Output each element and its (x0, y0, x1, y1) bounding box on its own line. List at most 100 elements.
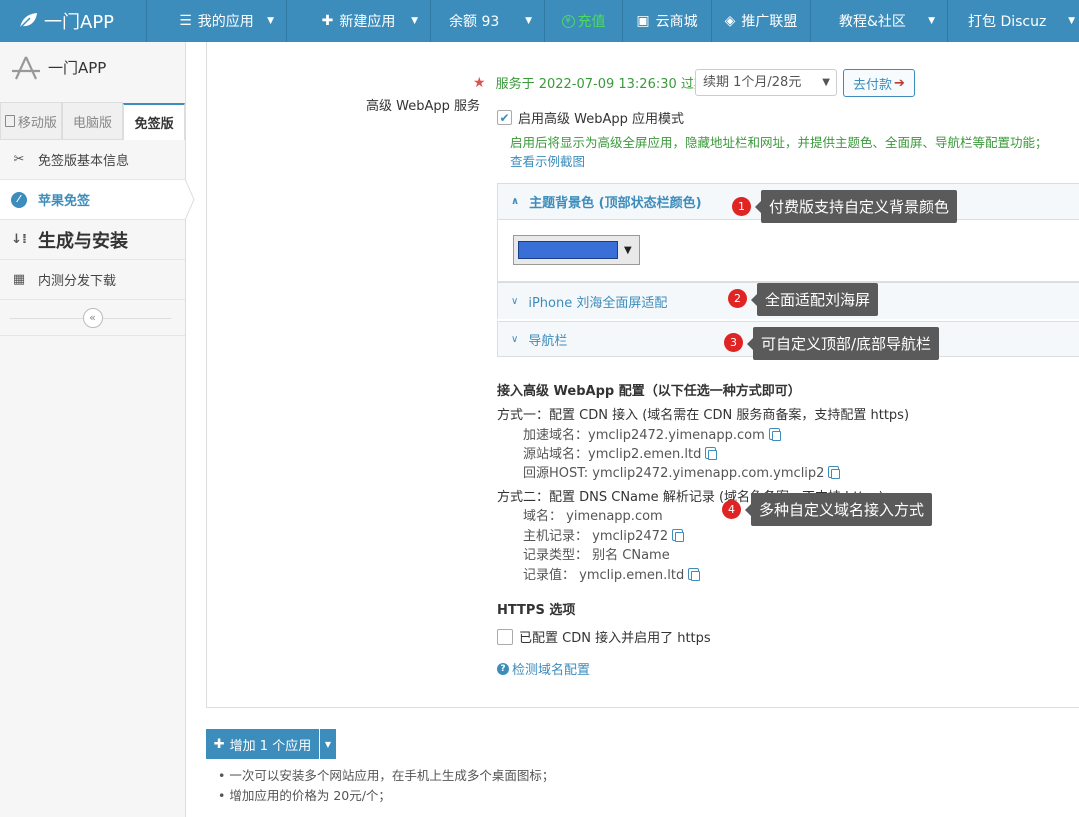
plus-icon: ✚ (321, 13, 334, 29)
expire-text: 服务于 2022-07-09 13:26:30 过期 (495, 77, 707, 92)
chevron-down-icon: ∨ (511, 333, 519, 345)
config-title: 接入高级 WebApp 配置（以下任选一种方式即可） (497, 384, 801, 399)
nav-new-app-label: 新建应用 (339, 14, 396, 30)
enable-webapp-checkbox[interactable]: ✔ (497, 110, 512, 125)
tab-signfree[interactable]: 免签版 (123, 103, 186, 140)
accordion-body: ▼ (498, 219, 1079, 281)
collapse-button[interactable]: « (82, 307, 103, 328)
nav-tutorial-community[interactable]: 教程&社区 ▼ (811, 0, 948, 42)
qrcode-icon: ▦ (12, 272, 26, 287)
copy-icon[interactable] (768, 428, 781, 441)
shop-icon: ▣ (636, 13, 650, 29)
chevron-down-icon: ▼ (525, 16, 532, 26)
chevron-down-icon: ▼ (1068, 16, 1075, 26)
enable-hint: 启用后将显示为高级全屏应用，隐藏地址栏和网址，并提供主题色、全面屏、导航栏等配置… (510, 135, 1048, 150)
detect-domain-label: 检测域名配置 (512, 663, 591, 678)
chevron-down-icon: ▼ (267, 16, 274, 26)
nav-my-apps[interactable]: ☰ 我的应用 ▼ (147, 0, 287, 42)
sidebar-item-label: 免签版基本信息 (38, 154, 130, 169)
config-line: 回源HOST: ymclip2472.yimenapp.com.ymclip2 (523, 462, 841, 481)
star-icon: ★ (473, 74, 486, 91)
footer-note: • 一次可以安装多个网站应用，在手机上生成多个桌面图标； (218, 768, 555, 783)
config-value: 主机记录： ymclip2472 (523, 529, 669, 544)
accordion-title: 主题背景色 (顶部状态栏颜色) (529, 196, 702, 211)
nav-recharge[interactable]: ¥ 充值 (545, 0, 623, 42)
config-value: 域名： yimenapp.com (523, 509, 663, 524)
config-line: 主机记录： ymclip2472 (523, 525, 685, 544)
sidebar-collapse: « (0, 300, 185, 336)
detect-domain-link[interactable]: ? 检测域名配置 (497, 659, 590, 678)
tab-mobile[interactable]: 移动版 (0, 102, 62, 139)
renew-select-value: 续期 1个月/28元 (703, 75, 802, 90)
leaf-icon (19, 13, 37, 29)
sidebar-item-build-install[interactable]: ↓⁞ 生成与安装 (0, 220, 185, 260)
config-line: 源站域名：ymclip2.emen.ltd (523, 443, 718, 462)
sidebar-item-apple-signfree[interactable]: ⁄ 苹果免签 (0, 179, 195, 220)
nav-balance-label: 余额 93 (449, 14, 500, 30)
pay-button-label: 去付款 (853, 77, 893, 93)
nav-pack-discuz[interactable]: 打包 Discuz ▼ (948, 0, 1079, 42)
sort-icon: ↓⁞ (11, 232, 27, 247)
color-picker[interactable]: ▼ (513, 235, 640, 265)
active-arrow (185, 179, 195, 220)
copy-icon[interactable] (828, 466, 841, 479)
copy-icon[interactable] (705, 447, 718, 460)
chevron-up-icon: ∧ (511, 196, 520, 207)
tip-badge: 2 (728, 289, 747, 308)
tip-badge: 3 (724, 333, 743, 352)
config-line: 记录类型： 别名 CName (523, 544, 670, 563)
accordion-title: iPhone 刘海全面屏适配 (528, 295, 668, 311)
renew-select[interactable]: 续期 1个月/28元 ▼ (695, 69, 837, 96)
expire-info: ★ 服务于 2022-07-09 13:26:30 过期 (473, 73, 707, 93)
method1-title: 方式一：配置 CDN 接入 (域名需在 CDN 服务商备案，支持配置 https… (497, 408, 910, 423)
config-line: 加速域名：ymclip2472.yimenapp.com (523, 424, 781, 443)
tab-desktop[interactable]: 电脑版 (61, 102, 124, 139)
tip-callout: 多种自定义域名接入方式 (744, 493, 933, 526)
mobile-icon (4, 115, 15, 127)
sidebar-item-label: 苹果免签 (38, 194, 91, 209)
brand-logo[interactable]: 一门APP (0, 0, 147, 42)
https-checkbox[interactable] (497, 628, 513, 645)
nav-new-app[interactable]: ✚ 新建应用 ▼ (287, 0, 431, 42)
color-swatch (518, 241, 618, 259)
brand-text: 一门APP (44, 12, 115, 33)
tip-callout: 可自定义顶部/底部导航栏 (746, 327, 940, 360)
caret-down-icon: ▼ (324, 739, 332, 749)
add-app-dropdown[interactable]: ▼ (320, 729, 336, 759)
sidebar-item-label: 内测分发下载 (38, 274, 117, 289)
copy-icon[interactable] (688, 568, 701, 581)
copy-icon[interactable] (672, 529, 685, 542)
config-value: 记录值： ymclip.emen.ltd (523, 568, 685, 583)
service-label: 高级 WebApp 服务 (366, 99, 481, 114)
add-app-button[interactable]: ✚ 增加 1 个应用 (206, 729, 319, 759)
sidebar-logo-text: 一门APP (48, 58, 107, 77)
chevron-down-icon: ▼ (411, 16, 418, 26)
footer-note: • 增加应用的价格为 20元/个； (218, 788, 391, 803)
compass-icon: ⁄ (8, 191, 30, 208)
list-icon: ☰ (179, 13, 192, 29)
nav-recharge-label: 充值 (577, 14, 606, 30)
https-checkbox-label: 已配置 CDN 接入并启用了 https (519, 631, 711, 646)
config-line: 记录值： ymclip.emen.ltd (523, 564, 701, 583)
arrow-right-icon: ➔ (894, 75, 905, 91)
tip-callout: 全面适配刘海屏 (750, 283, 879, 316)
app-store-icon (12, 56, 40, 80)
pay-button[interactable]: 去付款 ➔ (843, 69, 915, 97)
nav-cloud-shop-label: 云商城 (655, 14, 698, 30)
config-value: 回源HOST: ymclip2472.yimenapp.com.ymclip2 (523, 466, 825, 481)
config-value: 源站域名：ymclip2.emen.ltd (523, 447, 702, 462)
sidebar-item-label: 生成与安装 (38, 230, 128, 252)
config-line: 域名： yimenapp.com (523, 505, 663, 524)
chevron-down-icon: ∨ (511, 295, 519, 307)
sidebar-item-basic-info[interactable]: ✂ 免签版基本信息 (0, 140, 185, 180)
tip-badge: 1 (732, 197, 751, 216)
nav-affiliate[interactable]: ◈ 推广联盟 (712, 0, 811, 42)
tab-mobile-label: 移动版 (17, 115, 57, 131)
nav-balance[interactable]: 余额 93 ▼ (431, 0, 545, 42)
diamond-icon: ◈ (724, 13, 736, 29)
example-screenshot-link[interactable]: 查看示例截图 (510, 151, 585, 170)
sidebar-item-beta-download[interactable]: ▦ 内测分发下载 (0, 260, 185, 300)
tab-signfree-label: 免签版 (134, 117, 174, 132)
nav-cloud-shop[interactable]: ▣ 云商城 (623, 0, 712, 42)
accordion-title: 导航栏 (528, 333, 568, 349)
